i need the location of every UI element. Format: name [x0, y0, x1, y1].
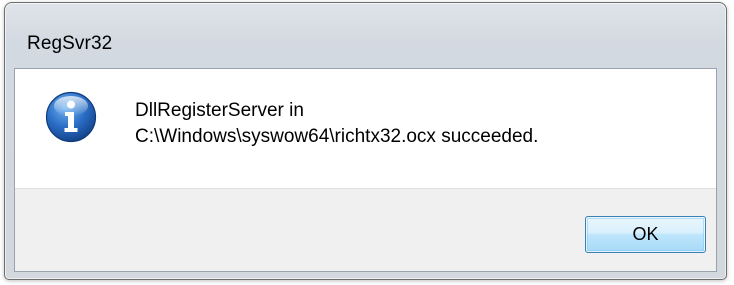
window-title: RegSvr32	[27, 33, 113, 54]
message-line-2: C:\Windows\syswow64\richtx32.ocx succeed…	[135, 126, 539, 147]
dialog-content: DllRegisterServer in C:\Windows\syswow64…	[15, 69, 716, 188]
dialog-message: DllRegisterServer in C:\Windows\syswow64…	[135, 98, 538, 150]
message-dialog-window: RegSvr32 DllRegisterServer in C:\Windows…	[4, 2, 727, 280]
dialog-button-bar: OK	[15, 188, 716, 271]
ok-button[interactable]: OK	[585, 216, 706, 253]
information-icon	[45, 91, 97, 143]
message-line-1: DllRegisterServer in	[135, 100, 304, 121]
dialog-client-area: DllRegisterServer in C:\Windows\syswow64…	[14, 68, 717, 272]
